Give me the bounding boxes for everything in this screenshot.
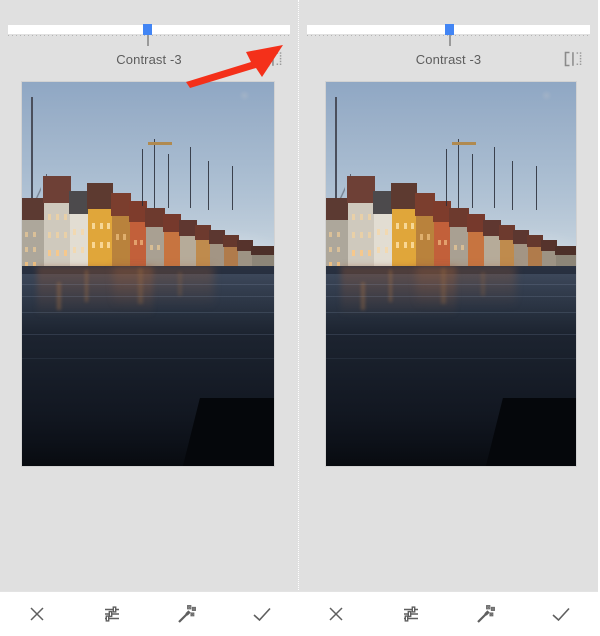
bottom-toolbar (299, 591, 598, 636)
compare-before-after-icon[interactable] (562, 49, 584, 69)
photo-mast (142, 148, 143, 206)
photo-mast (232, 166, 233, 211)
tune-icon[interactable] (391, 594, 431, 634)
photo-crane (452, 141, 476, 146)
photo-mast (494, 146, 495, 208)
photo-ripple (326, 358, 576, 360)
adjustment-label-row: Contrast -3 (0, 44, 298, 74)
photo-buildings (22, 139, 274, 282)
photo-reflection-streak (388, 270, 392, 303)
photo-reflection (112, 266, 214, 319)
photo-mast (472, 153, 473, 208)
contrast-slider[interactable] (299, 20, 598, 46)
cancel-button[interactable] (17, 594, 57, 634)
photo-ripple (326, 312, 576, 314)
edited-photo[interactable] (21, 81, 275, 467)
photo-dark-corner (183, 398, 274, 466)
photo-crane (148, 141, 172, 146)
bottom-toolbar (0, 591, 299, 636)
photo-ripple (326, 334, 576, 336)
photo-ripple (326, 284, 576, 286)
photo-water (326, 266, 576, 466)
photo-dark-corner (486, 398, 576, 466)
photo-ripple (22, 296, 274, 298)
photo-mast (512, 161, 513, 211)
photo-ripple (22, 284, 274, 286)
cancel-button[interactable] (316, 594, 356, 634)
photo-ripple (22, 334, 274, 336)
screenshot-panel-right: Contrast -3 (299, 0, 598, 636)
photo-reflection (416, 266, 516, 319)
photo-buildings (326, 139, 576, 282)
photo-reflection-streak (441, 268, 446, 305)
photo-mast (190, 146, 191, 208)
slider-thumb[interactable] (445, 24, 454, 35)
photo-reflection-streak (137, 268, 143, 305)
compare-before-after-icon[interactable] (262, 49, 284, 69)
edited-photo[interactable] (325, 81, 577, 467)
photo-mast (458, 139, 459, 208)
apply-button[interactable] (242, 594, 282, 634)
photo-mast (154, 139, 155, 208)
adjustment-label: Contrast -3 (116, 51, 182, 67)
dual-screenshot-container: Contrast -3 Contrast -3 (0, 0, 600, 636)
contrast-slider[interactable] (0, 20, 298, 46)
screenshot-panel-left: Contrast -3 (0, 0, 299, 636)
photo-ripple (22, 312, 274, 314)
adjustment-label: Contrast -3 (415, 51, 482, 67)
photo-mast (446, 148, 447, 206)
apply-button[interactable] (541, 594, 581, 634)
photo-reflection-streak (85, 270, 88, 303)
photo-mast (536, 166, 537, 211)
photo-water (22, 266, 274, 466)
photo-canvas-area (299, 74, 598, 636)
tune-icon[interactable] (92, 594, 132, 634)
adjustment-label-row: Contrast -3 (299, 44, 598, 74)
photo-mast (208, 161, 209, 211)
magic-wand-icon[interactable] (167, 594, 207, 634)
photo-canvas-area (0, 74, 298, 636)
slider-thumb[interactable] (143, 24, 152, 35)
slider-dot-guide (8, 35, 290, 36)
magic-wand-icon[interactable] (466, 594, 506, 634)
photo-mast (168, 153, 169, 208)
photo-ripple (326, 296, 576, 298)
photo-ripple (22, 358, 274, 360)
